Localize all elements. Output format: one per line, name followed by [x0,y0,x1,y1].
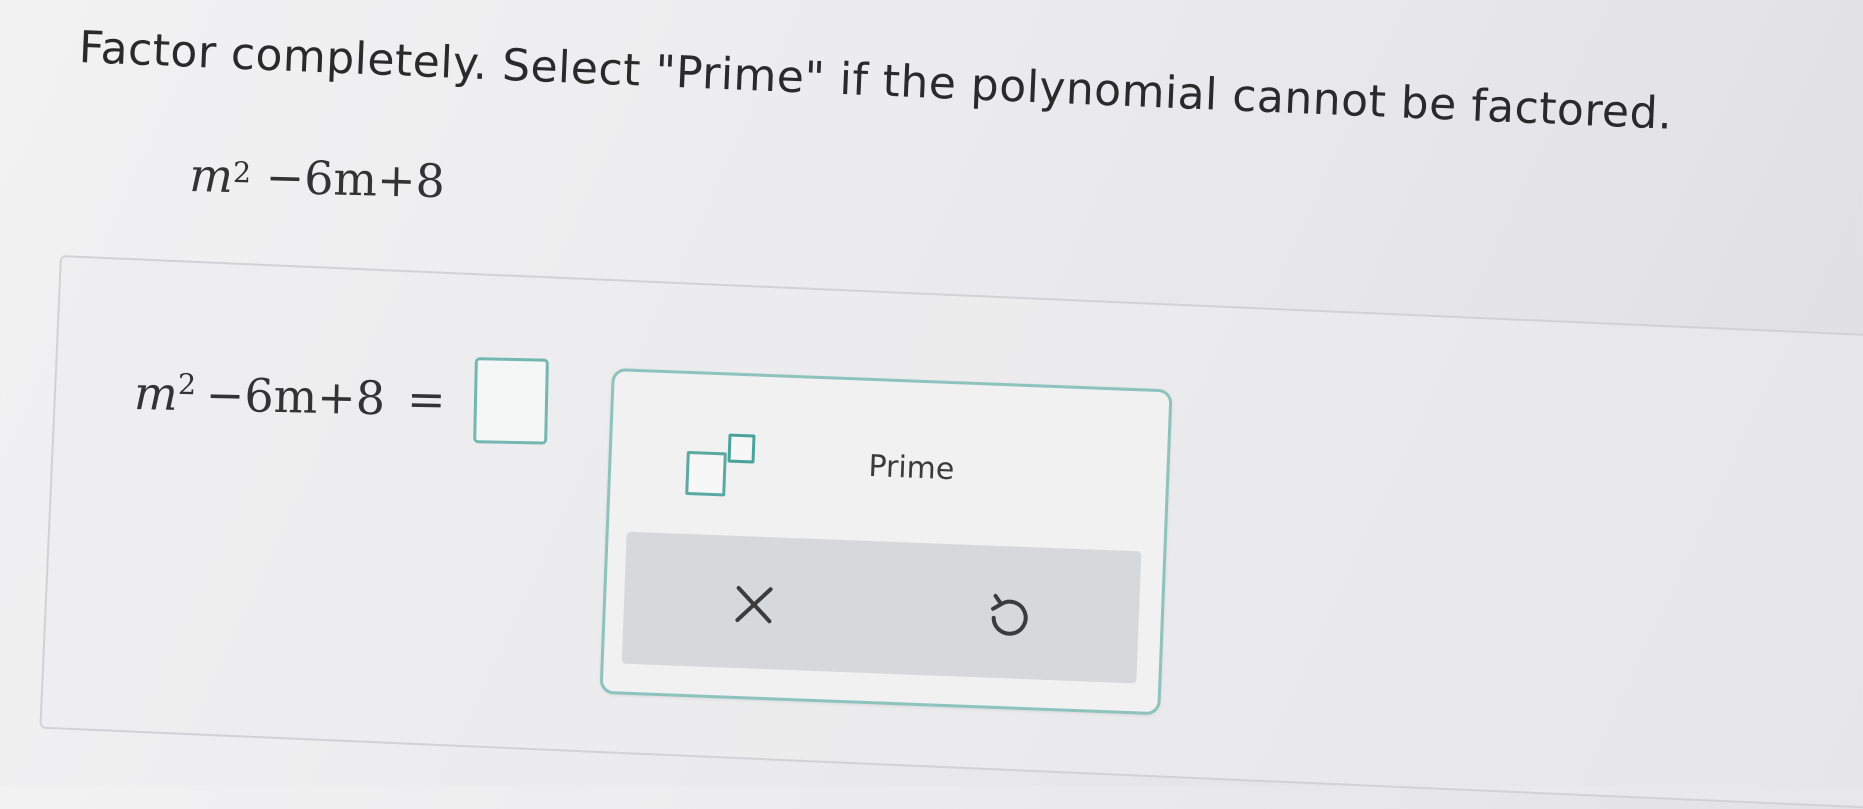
expr-exponent: 2 [232,156,252,190]
undo-icon [991,593,1028,636]
exponent-superscript-box-icon [727,433,756,464]
x-icon [735,586,773,624]
keypad-action-bar [621,531,1142,684]
clear-button[interactable] [723,573,785,635]
eq-exponent: 2 [177,367,197,401]
expr-variable: m [188,148,234,204]
eq-rest: −6m+8 [205,367,386,426]
prime-button[interactable]: Prime [840,440,982,495]
eq-equals: = [406,371,447,427]
answer-input[interactable] [472,357,549,445]
problem-expression: m2 −6m+8 [189,148,446,208]
instruction-text: Factor completely. Select "Prime" if the… [77,22,1674,140]
exponent-base-box-icon [685,450,727,497]
undo-button[interactable] [978,585,1040,647]
eq-variable: m [133,365,179,421]
math-keypad: Prime [599,368,1173,716]
expr-rest: −6m+8 [265,149,446,209]
answer-equation: m2 −6m+8 = [133,350,549,445]
exponent-button[interactable] [680,426,773,499]
